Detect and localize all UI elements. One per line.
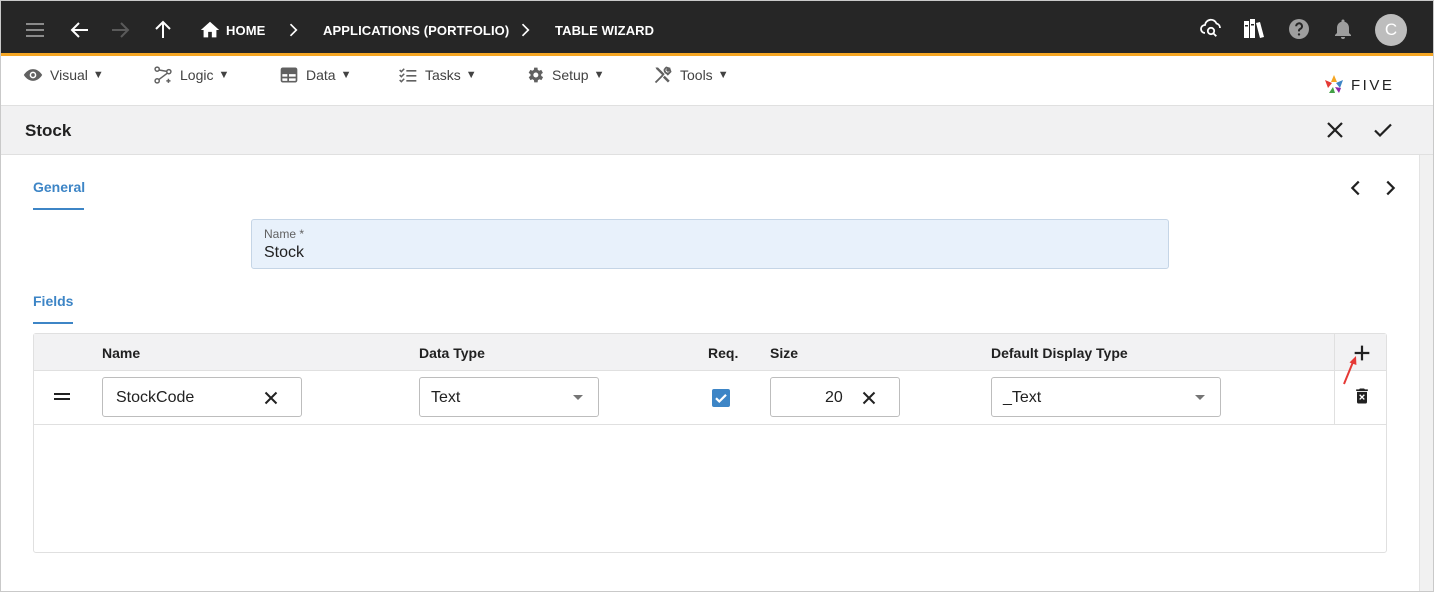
- menu-data[interactable]: Data ▼: [279, 64, 351, 86]
- tab-general-indicator: [33, 208, 84, 210]
- menu-tasks-label: Tasks: [425, 67, 461, 83]
- display-type-select[interactable]: _Text: [991, 377, 1221, 417]
- tools-icon: [654, 66, 672, 84]
- eye-icon: [23, 69, 43, 81]
- scrollbar[interactable]: [1419, 155, 1433, 591]
- menu-icon[interactable]: [23, 18, 47, 42]
- five-logo-mark-icon: [1325, 75, 1343, 93]
- check-icon: [715, 394, 727, 404]
- logic-icon: [154, 66, 172, 84]
- avatar[interactable]: C: [1375, 14, 1407, 46]
- size-value: 20: [825, 389, 843, 406]
- menu-bar: Visual ▼ Logic ▼ Data ▼ Tasks ▼ Setup ▼ …: [1, 56, 1433, 106]
- grid-header: Name Data Type Req. Size Default Display…: [34, 334, 1386, 371]
- name-field-value[interactable]: Stock: [264, 244, 304, 262]
- gear-icon: [528, 67, 544, 83]
- back-arrow-icon[interactable]: [68, 18, 92, 42]
- table-row: StockCode Text 20 _Text: [34, 371, 1386, 425]
- cloud-search-icon[interactable]: [1199, 16, 1223, 40]
- field-name-input[interactable]: StockCode: [102, 377, 302, 417]
- column-header-name: Name: [102, 345, 141, 361]
- column-header-default-display-type: Default Display Type: [991, 345, 1128, 361]
- previous-page-button[interactable]: [1345, 177, 1367, 199]
- fields-grid: Name Data Type Req. Size Default Display…: [33, 333, 1387, 553]
- menu-tools-label: Tools: [680, 67, 713, 83]
- forward-arrow-icon[interactable]: [108, 18, 132, 42]
- menu-logic-label: Logic: [180, 67, 214, 83]
- name-field[interactable]: Name * Stock: [251, 219, 1169, 269]
- home-icon[interactable]: [199, 19, 221, 41]
- next-page-button[interactable]: [1379, 177, 1401, 199]
- name-field-label: Name *: [264, 227, 305, 241]
- table-icon: [280, 67, 298, 83]
- annotation-arrow-icon: [1343, 356, 1357, 385]
- clear-icon[interactable]: [858, 387, 880, 409]
- menu-data-label: Data: [306, 67, 336, 83]
- app-window: HOME APPLICATIONS (PORTFOLIO) TABLE WIZA…: [0, 0, 1434, 592]
- bell-icon[interactable]: [1331, 17, 1355, 41]
- menu-visual[interactable]: Visual ▼: [23, 64, 104, 86]
- app-bar: HOME APPLICATIONS (PORTFOLIO) TABLE WIZA…: [1, 1, 1433, 56]
- tab-fields-indicator: [33, 322, 73, 324]
- help-icon[interactable]: [1287, 17, 1311, 41]
- chevron-right-icon: [521, 23, 530, 37]
- caret-icon: ▼: [218, 69, 230, 81]
- data-type-value: Text: [431, 389, 461, 406]
- chevron-down-icon: [1195, 395, 1205, 400]
- caret-icon: ▼: [340, 69, 352, 81]
- library-icon[interactable]: [1242, 17, 1266, 41]
- checklist-icon: [399, 68, 417, 83]
- drag-handle-icon[interactable]: [54, 392, 70, 402]
- required-checkbox[interactable]: [712, 389, 730, 407]
- chevron-down-icon: [573, 395, 583, 400]
- breadcrumb-table-wizard: TABLE WIZARD: [555, 23, 655, 38]
- breadcrumb-applications[interactable]: APPLICATIONS (PORTFOLIO): [323, 23, 509, 38]
- brand-name: FIVE: [1351, 76, 1395, 94]
- five-logo: FIVE: [1323, 73, 1394, 97]
- form-header: Stock: [1, 106, 1433, 155]
- column-header-size: Size: [770, 345, 799, 361]
- menu-setup[interactable]: Setup ▼: [525, 64, 604, 86]
- data-type-select[interactable]: Text: [419, 377, 599, 417]
- caret-icon: ▼: [465, 69, 477, 81]
- caret-icon: ▼: [717, 69, 729, 81]
- field-name-value: StockCode: [116, 389, 195, 406]
- menu-logic[interactable]: Logic ▼: [153, 64, 229, 86]
- caret-icon: ▼: [92, 69, 104, 81]
- up-arrow-icon[interactable]: [151, 18, 175, 42]
- menu-tools[interactable]: Tools ▼: [653, 64, 729, 86]
- breadcrumb-home[interactable]: HOME: [226, 23, 265, 38]
- delete-row-button[interactable]: [1352, 386, 1372, 406]
- caret-icon: ▼: [593, 69, 605, 81]
- menu-tasks[interactable]: Tasks ▼: [398, 64, 477, 86]
- size-input[interactable]: 20: [770, 377, 900, 417]
- column-header-required: Req.: [708, 345, 739, 361]
- page-title: Stock: [25, 121, 72, 140]
- save-button[interactable]: [1371, 118, 1395, 142]
- tab-fields[interactable]: Fields: [33, 293, 73, 309]
- cancel-button[interactable]: [1323, 118, 1347, 142]
- clear-icon[interactable]: [260, 387, 282, 409]
- chevron-right-icon: [289, 23, 298, 37]
- column-header-data-type: Data Type: [419, 345, 485, 361]
- display-type-value: _Text: [1003, 389, 1042, 406]
- menu-visual-label: Visual: [50, 67, 88, 83]
- menu-setup-label: Setup: [552, 67, 589, 83]
- tab-general[interactable]: General: [33, 179, 85, 195]
